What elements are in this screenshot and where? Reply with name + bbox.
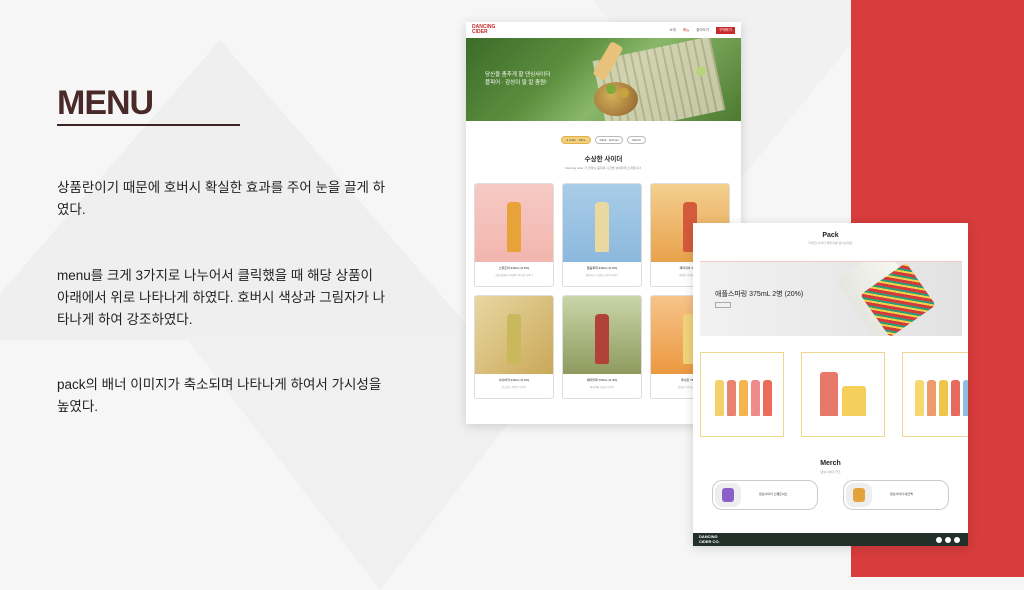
description-paragraph-1: 상품란이기 때문에 호버시 확실한 효과를 주어 눈을 끌게 하였다.	[57, 180, 386, 217]
merch-item[interactable]: 댄싱사이더 스웨트셔츠	[712, 480, 818, 510]
merch-subtitle: 댄싱사이더 굿즈	[820, 470, 841, 474]
merch-image	[715, 483, 741, 507]
product-image	[563, 184, 641, 262]
footer-logo[interactable]: DANCING CIDER CO.	[699, 534, 720, 544]
nav-item[interactable]: 찾아오기	[696, 28, 709, 33]
mock-nav-menu: 소개 메뉴 찾아오기 구매하기	[669, 26, 735, 34]
description-paragraph-2: menu를 크게 3가지로 나누어서 클릭했을 때 해당 상품이 아래에서 위로…	[57, 268, 386, 327]
product-name: 얼음폭력 330mL (6.0%)	[586, 266, 618, 270]
banner-label: 애플스파링 375mL 2병 (20%)	[715, 291, 804, 298]
nav-buy-button[interactable]: 구매하기	[716, 26, 735, 34]
pack-card[interactable]	[700, 352, 784, 437]
tab-pack[interactable]: Pack · Gift set	[594, 136, 624, 144]
pack-page-mockup: Pack 다양한 사이더 패키지를 만나보세요 애플스파링 375mL 2병 (…	[693, 223, 968, 546]
pack-title: Pack	[822, 232, 839, 239]
apple-icon	[606, 84, 616, 94]
mock-logo[interactable]: DANCING CIDER	[472, 25, 495, 35]
product-image	[563, 296, 641, 374]
product-desc: 체리향의 산뜻한 사이더	[589, 386, 615, 389]
product-desc: 청량하고 시원한 드라이 사이더	[586, 274, 618, 277]
merch-item-label: 댄싱사이더 에코백	[890, 492, 913, 496]
social-icon[interactable]	[936, 537, 942, 543]
hero-text-line-1: 당신을 춤추게 할 댄싱사이더	[485, 72, 551, 78]
nav-item-active[interactable]: 메뉴	[683, 28, 689, 33]
product-card[interactable]: 나이바커 330mL (5.0%) 부드럽고 은은한 사이더	[474, 295, 554, 399]
fruit-bowl	[594, 82, 638, 116]
product-desc: 상큼 달콤한 사과향이 가득한 사이더	[495, 274, 533, 277]
pack-grid	[700, 352, 968, 437]
hero-text-line-2: 플피어 · 감성이 딸 칼 춤원!	[485, 80, 547, 86]
mock-hero-image: 당신을 춤추게 할 댄싱사이더 플피어 · 감성이 딸 칼 춤원!	[466, 38, 741, 121]
tab-merch[interactable]: Merch	[627, 136, 646, 144]
section-title: 수상한 사이더	[584, 156, 623, 163]
merch-item[interactable]: 댄싱사이더 에코백	[843, 480, 949, 510]
category-tabs: ● Cider · Wine Pack · Gift set Merch	[466, 136, 741, 144]
section-subtitle: Dancing cider 가 전하는 음미의 시간을 상세하게 소개합니다.	[565, 166, 642, 170]
product-desc: 부드럽고 은은한 사이더	[501, 386, 527, 389]
slide-title: MENU	[57, 84, 154, 122]
product-image	[475, 184, 553, 262]
banner-more-button[interactable]	[715, 302, 731, 308]
tab-cider[interactable]: ● Cider · Wine	[561, 136, 591, 144]
pack-footer: DANCING CIDER CO.	[693, 533, 968, 546]
product-name: 체리블랙 750mL (6.4%)	[586, 378, 618, 382]
pack-subtitle: 다양한 사이더 패키지를 만나보세요	[808, 241, 853, 245]
instagram-icon[interactable]	[945, 537, 951, 543]
product-name: 스위트마 330mL (6.5%)	[498, 266, 530, 270]
footer-logo-line-2: CIDER CO.	[699, 538, 720, 544]
product-card[interactable]: 체리블랙 750mL (6.4%) 체리향의 산뜻한 사이더	[562, 295, 642, 399]
logo-line-2: CIDER	[472, 29, 488, 35]
merch-item-label: 댄싱사이더 스웨트셔츠	[759, 492, 788, 496]
merch-image	[846, 483, 872, 507]
product-card[interactable]: 스위트마 330mL (6.5%) 상큼 달콤한 사과향이 가득한 사이더	[474, 183, 554, 287]
pack-card[interactable]	[801, 352, 885, 437]
hero-text: 당신을 춤추게 할 댄싱사이더 플피어 · 감성이 딸 칼 춤원!	[485, 71, 550, 87]
grape-icon	[696, 66, 706, 76]
youtube-icon[interactable]	[954, 537, 960, 543]
nav-item[interactable]: 소개	[669, 28, 675, 33]
apple-icon	[619, 88, 629, 98]
merch-title: Merch	[820, 460, 841, 467]
product-name: 나이바커 330mL (5.0%)	[498, 378, 530, 382]
product-image	[475, 296, 553, 374]
pack-card[interactable]	[902, 352, 968, 437]
pack-banner[interactable]: 애플스파링 375mL 2병 (20%)	[700, 261, 962, 336]
title-underline	[57, 124, 240, 126]
description-paragraph-3: pack의 배너 이미지가 축소되며 나타나게 하여서 가시성을 높였다.	[57, 377, 382, 414]
product-card[interactable]: 얼음폭력 330mL (6.0%) 청량하고 시원한 드라이 사이더	[562, 183, 642, 287]
mock-navbar: DANCING CIDER 소개 메뉴 찾아오기 구매하기	[466, 22, 741, 38]
